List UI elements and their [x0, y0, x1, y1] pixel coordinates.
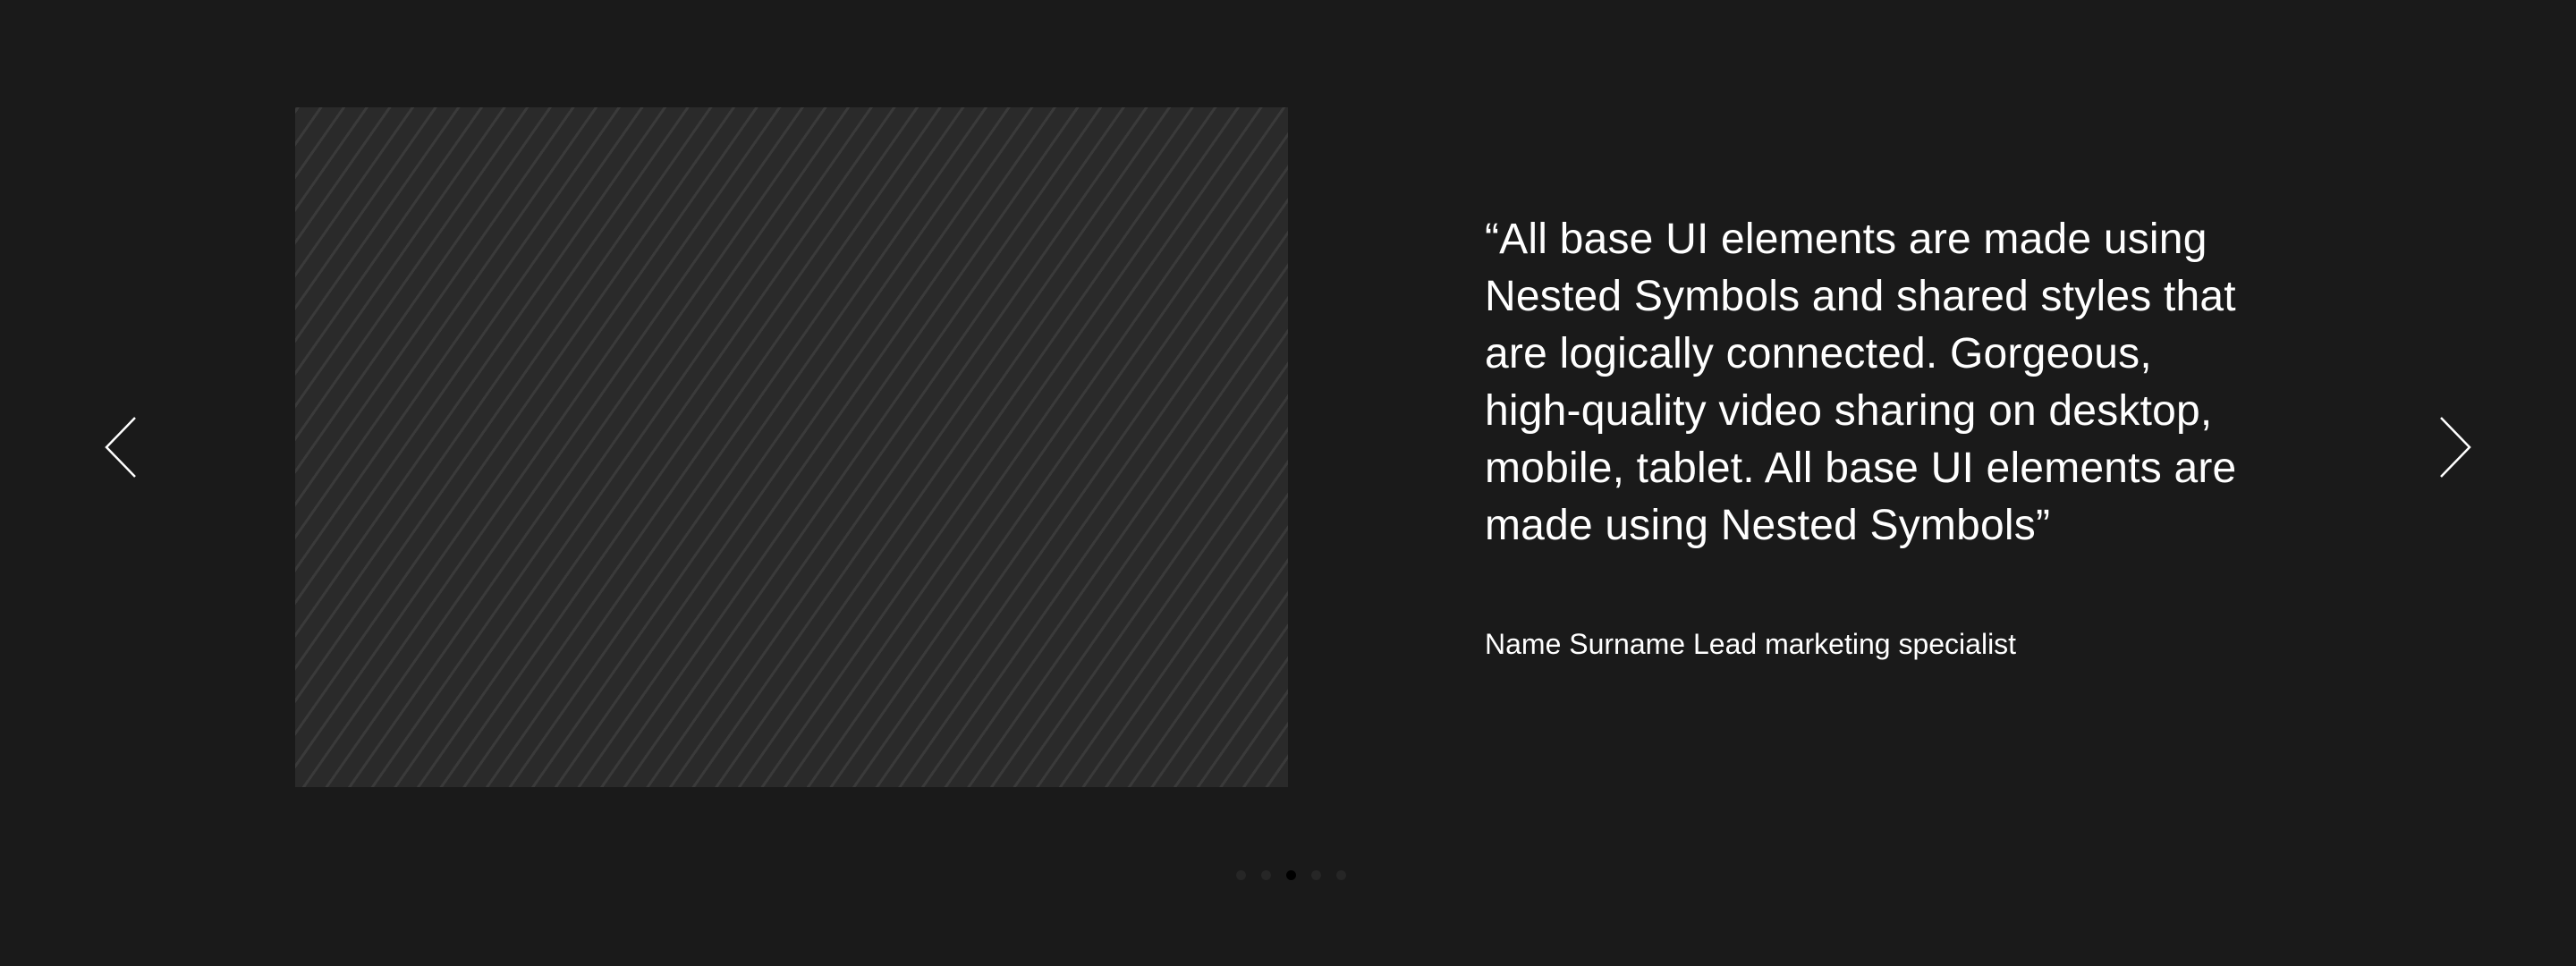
testimonial-quote: “All base UI elements are made using Nes… — [1485, 216, 2237, 549]
pagination-dot[interactable] — [1336, 870, 1346, 880]
testimonial-author: Name Surname Lead marketing specialist — [1485, 628, 2017, 660]
testimonial-slider: “All base UI elements are made using Nes… — [0, 0, 2576, 966]
pagination-dots — [1236, 870, 1346, 880]
pagination-dot[interactable] — [1311, 870, 1321, 880]
testimonial-content: “All base UI elements are made using Nes… — [1485, 211, 2326, 662]
pagination-dot[interactable] — [1236, 870, 1246, 880]
testimonial-image — [295, 107, 1288, 787]
chevron-right-icon — [2440, 417, 2471, 478]
next-button[interactable] — [2424, 407, 2487, 487]
prev-button[interactable] — [89, 407, 152, 487]
pagination-dot[interactable] — [1261, 870, 1271, 880]
chevron-left-icon — [105, 417, 136, 478]
pagination-dot-active[interactable] — [1286, 870, 1296, 880]
